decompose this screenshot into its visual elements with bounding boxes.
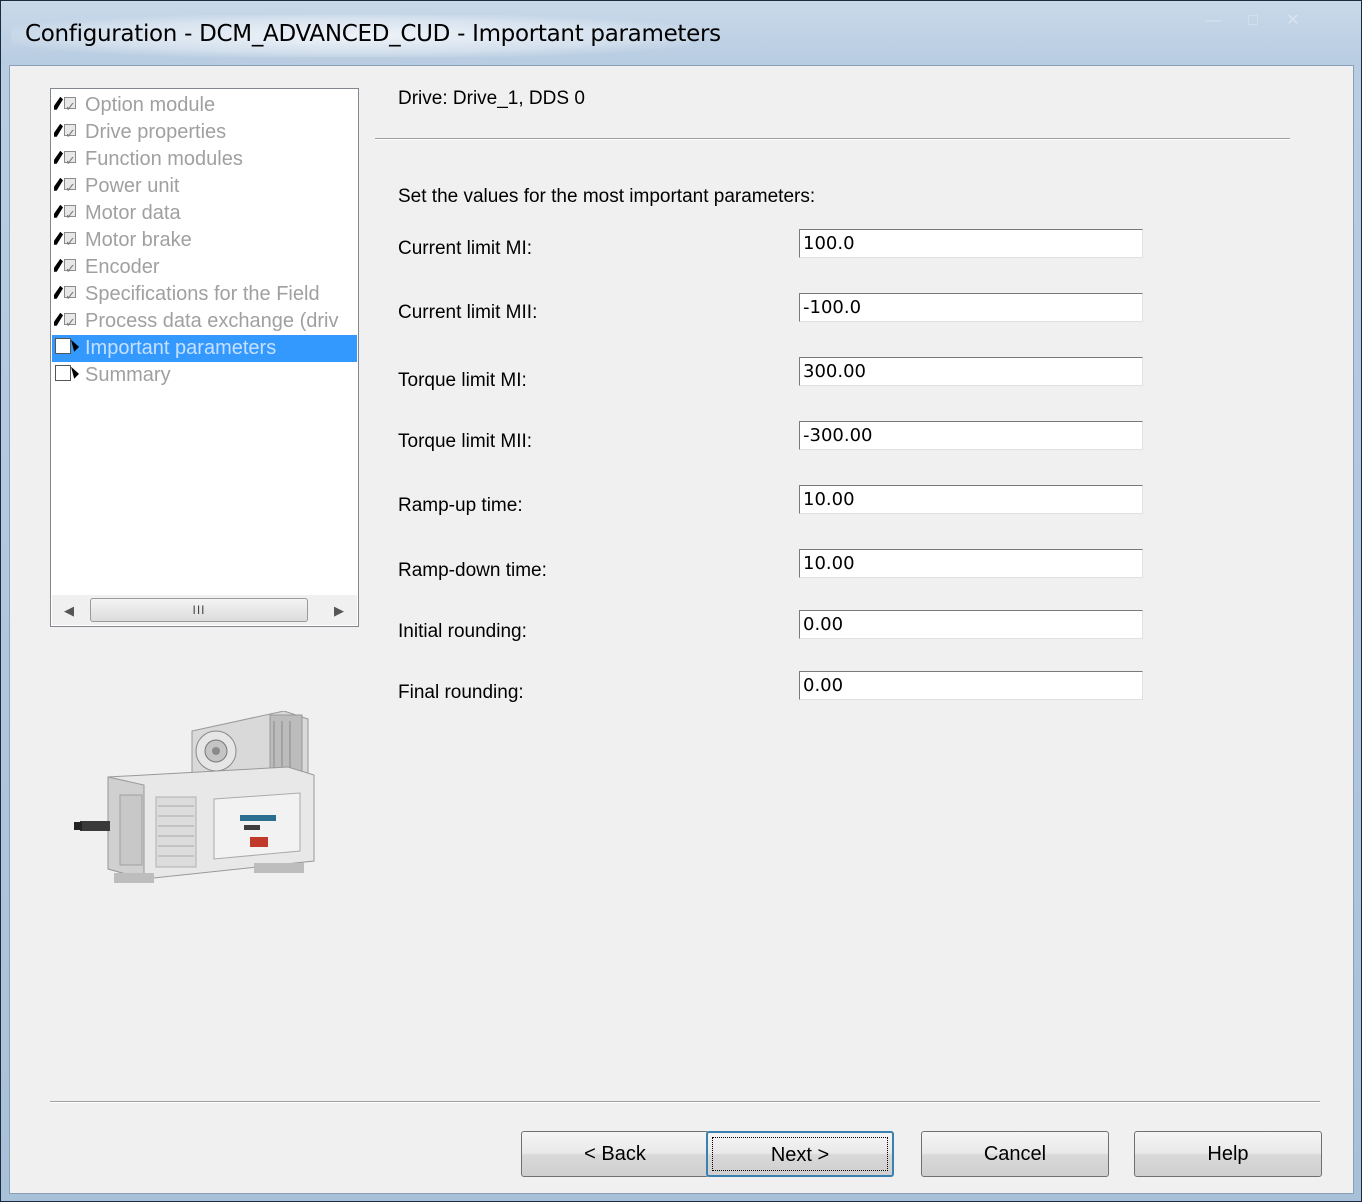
tree-item-label: Encoder bbox=[85, 256, 160, 278]
tree-item-label: Drive properties bbox=[85, 121, 227, 143]
window-title: Configuration - DCM_ADVANCED_CUD - Impor… bbox=[25, 21, 721, 47]
horizontal-scrollbar[interactable]: ◀ III ▶ bbox=[52, 595, 357, 625]
label-current-limit-mi: Current limit MI: bbox=[398, 238, 533, 259]
label-ramp-down-time: Ramp-down time: bbox=[398, 560, 547, 581]
current-limit-mi-input[interactable] bbox=[799, 229, 1143, 258]
pencil-checkbox-checked-icon bbox=[54, 282, 80, 308]
maximize-icon[interactable]: □ bbox=[1233, 9, 1273, 33]
tree-item-motor-data[interactable]: Motor data bbox=[52, 200, 357, 227]
tree-item-power-unit[interactable]: Power unit bbox=[52, 173, 357, 200]
tree-item-motor-brake[interactable]: Motor brake bbox=[52, 227, 357, 254]
tree-item-important-parameters[interactable]: Important parameters bbox=[52, 335, 357, 362]
ramp-down-time-input[interactable] bbox=[799, 549, 1143, 578]
header-separator bbox=[375, 138, 1290, 140]
ramp-up-time-input[interactable] bbox=[799, 485, 1143, 514]
pencil-checkbox-checked-icon bbox=[54, 147, 80, 173]
pencil-checkbox-checked-icon bbox=[54, 309, 80, 335]
footer-separator bbox=[50, 1101, 1320, 1103]
checkbox-arrow-icon bbox=[54, 337, 80, 356]
tree-item-option-module[interactable]: Option module bbox=[52, 92, 357, 119]
label-torque-limit-mii: Torque limit MII: bbox=[398, 431, 533, 452]
tree-item-label: Motor brake bbox=[85, 229, 192, 251]
configuration-window: Configuration - DCM_ADVANCED_CUD - Impor… bbox=[0, 0, 1362, 1202]
label-current-limit-mii: Current limit MII: bbox=[398, 302, 538, 323]
tree-item-label: Summary bbox=[85, 364, 171, 386]
title-bar[interactable]: Configuration - DCM_ADVANCED_CUD - Impor… bbox=[1, 1, 1361, 65]
tree-item-label: Function modules bbox=[85, 148, 243, 170]
tree-item-encoder[interactable]: Encoder bbox=[52, 254, 357, 281]
tree-item-field-specifications[interactable]: Specifications for the Field bbox=[52, 281, 357, 308]
label-initial-rounding: Initial rounding: bbox=[398, 621, 527, 642]
label-ramp-up-time: Ramp-up time: bbox=[398, 495, 523, 516]
checkbox-arrow-icon bbox=[54, 364, 80, 383]
scrollbar-grip: III bbox=[192, 603, 206, 617]
tree-item-function-modules[interactable]: Function modules bbox=[52, 146, 357, 173]
label-torque-limit-mi: Torque limit MI: bbox=[398, 370, 527, 391]
tree-item-summary[interactable]: Summary bbox=[52, 362, 357, 389]
cancel-button[interactable]: Cancel bbox=[921, 1131, 1109, 1177]
minimize-icon[interactable]: — bbox=[1193, 9, 1233, 33]
initial-rounding-input[interactable] bbox=[799, 610, 1143, 639]
scrollbar-thumb[interactable]: III bbox=[90, 598, 308, 622]
tree-item-label: Power unit bbox=[85, 175, 180, 197]
help-button[interactable]: Help bbox=[1134, 1131, 1322, 1177]
torque-limit-mii-input[interactable] bbox=[799, 421, 1143, 450]
instruction-text: Set the values for the most important pa… bbox=[398, 186, 816, 207]
back-button[interactable]: < Back bbox=[521, 1131, 709, 1177]
pencil-checkbox-checked-icon bbox=[54, 174, 80, 200]
tree-item-label: Specifications for the Field bbox=[85, 283, 320, 305]
tree-item-process-data-exchange[interactable]: Process data exchange (driv bbox=[52, 308, 357, 335]
close-icon[interactable]: ✕ bbox=[1273, 9, 1313, 33]
next-button[interactable]: Next > bbox=[706, 1131, 894, 1177]
tree-item-drive-properties[interactable]: Drive properties bbox=[52, 119, 357, 146]
label-final-rounding: Final rounding: bbox=[398, 682, 524, 703]
drive-label: Drive: Drive_1, DDS 0 bbox=[398, 88, 585, 109]
dialog-client-area: Option module Drive properties Function … bbox=[9, 65, 1354, 1194]
dc-motor-image bbox=[74, 711, 315, 883]
tree-item-label: Motor data bbox=[85, 202, 181, 224]
pencil-checkbox-checked-icon bbox=[54, 93, 80, 119]
scroll-left-icon[interactable]: ◀ bbox=[64, 603, 74, 619]
tree-item-label: Process data exchange (driv bbox=[85, 310, 339, 332]
pencil-checkbox-checked-icon bbox=[54, 228, 80, 254]
tree-item-label: Important parameters bbox=[85, 337, 277, 359]
pencil-checkbox-checked-icon bbox=[54, 120, 80, 146]
final-rounding-input[interactable] bbox=[799, 671, 1143, 700]
wizard-step-tree[interactable]: Option module Drive properties Function … bbox=[50, 88, 359, 627]
torque-limit-mi-input[interactable] bbox=[799, 357, 1143, 386]
caption-buttons: — □ ✕ bbox=[1193, 9, 1313, 33]
pencil-checkbox-checked-icon bbox=[54, 255, 80, 281]
scroll-right-icon[interactable]: ▶ bbox=[334, 603, 344, 619]
pencil-checkbox-checked-icon bbox=[54, 201, 80, 227]
current-limit-mii-input[interactable] bbox=[799, 293, 1143, 322]
tree-item-label: Option module bbox=[85, 94, 216, 116]
